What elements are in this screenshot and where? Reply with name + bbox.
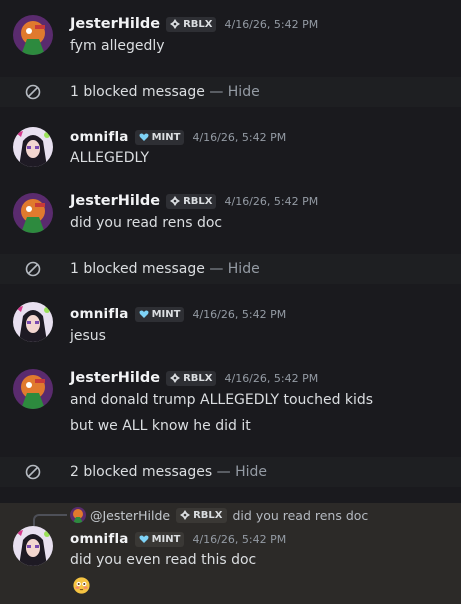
message-6: omnifla MINT 4/16/26, 5:42 PM did you ev… [0,503,461,604]
username[interactable]: JesterHilde [70,16,160,32]
avatar-jesterhilde[interactable] [13,193,53,233]
avatar-jesterhilde[interactable] [13,369,53,409]
hide-link[interactable]: Hide [228,261,260,277]
separator: — [204,84,228,100]
message-1: JesterHilde RBLX 4/16/26, 5:42 PM fym al… [0,0,461,77]
separator: — [204,261,228,277]
avatar-omnifla[interactable] [13,526,53,566]
blocked-message-bar: 1 blocked message — Hide [0,77,461,107]
tag-label: RBLX [183,372,213,384]
timestamp[interactable]: 4/16/26, 5:42 PM [192,308,286,321]
timestamp[interactable]: 4/16/26, 5:42 PM [224,18,318,31]
blocked-message-bar: 1 blocked message — Hide [0,254,461,284]
avatar-omnifla[interactable] [13,302,53,342]
heart-icon [139,310,149,318]
server-tag[interactable]: MINT [134,306,185,322]
message-4: omnifla MINT 4/16/26, 5:42 PM jesus [0,284,461,350]
username[interactable]: omnifla [70,129,129,145]
server-tag[interactable]: RBLX [166,370,217,386]
timestamp[interactable]: 4/16/26, 5:42 PM [224,195,318,208]
diamond-icon [170,196,181,206]
tag-label: MINT [151,131,181,143]
message-5: JesterHilde RBLX 4/16/26, 5:42 PM and do… [0,350,461,456]
diamond-icon [170,19,181,29]
server-tag[interactable]: RBLX [166,16,217,32]
message-text: fym allegedly [70,38,165,54]
flushed-face-emoji [73,577,90,594]
message-2: omnifla MINT 4/16/26, 5:42 PM ALLEGEDLY [0,107,461,172]
username[interactable]: JesterHilde [70,193,160,209]
blocked-circle-icon [25,261,41,277]
server-tag[interactable]: MINT [134,129,185,145]
hide-link[interactable]: Hide [235,464,267,480]
message-text: jesus [70,328,106,344]
message-text: but we ALL know he did it [70,418,251,434]
blocked-circle-icon [25,84,41,100]
tag-label: RBLX [183,18,213,30]
message-3: JesterHilde RBLX 4/16/26, 5:42 PM did yo… [0,172,461,254]
hide-link[interactable]: Hide [228,84,260,100]
avatar-jesterhilde[interactable] [13,15,53,55]
tag-label: MINT [151,308,181,320]
message-text: did you even read this doc [70,552,257,568]
message-text: did you read rens doc [70,215,223,231]
timestamp[interactable]: 4/16/26, 5:42 PM [224,372,318,385]
diamond-icon [170,373,181,383]
blocked-count: 1 blocked message [70,261,205,277]
heart-icon [139,133,149,141]
username[interactable]: omnifla [70,531,129,547]
timestamp[interactable]: 4/16/26, 5:42 PM [192,131,286,144]
username[interactable]: JesterHilde [70,370,160,386]
avatar-omnifla[interactable] [13,127,53,167]
username[interactable]: omnifla [70,306,129,322]
blocked-count: 1 blocked message [70,84,205,100]
separator: — [212,464,236,480]
server-tag[interactable]: MINT [134,531,185,547]
tag-label: RBLX [183,195,213,207]
tag-label: MINT [151,533,181,545]
message-text: ALLEGEDLY [70,150,149,166]
timestamp[interactable]: 4/16/26, 5:42 PM [192,533,286,546]
message-text: and donald trump ALLEGEDLY touched kids [70,392,374,408]
blocked-message-bar: 2 blocked messages — Hide [0,457,461,487]
server-tag[interactable]: RBLX [166,193,217,209]
blocked-circle-icon [25,464,41,480]
blocked-count: 2 blocked messages [70,464,213,480]
heart-icon [139,535,149,543]
